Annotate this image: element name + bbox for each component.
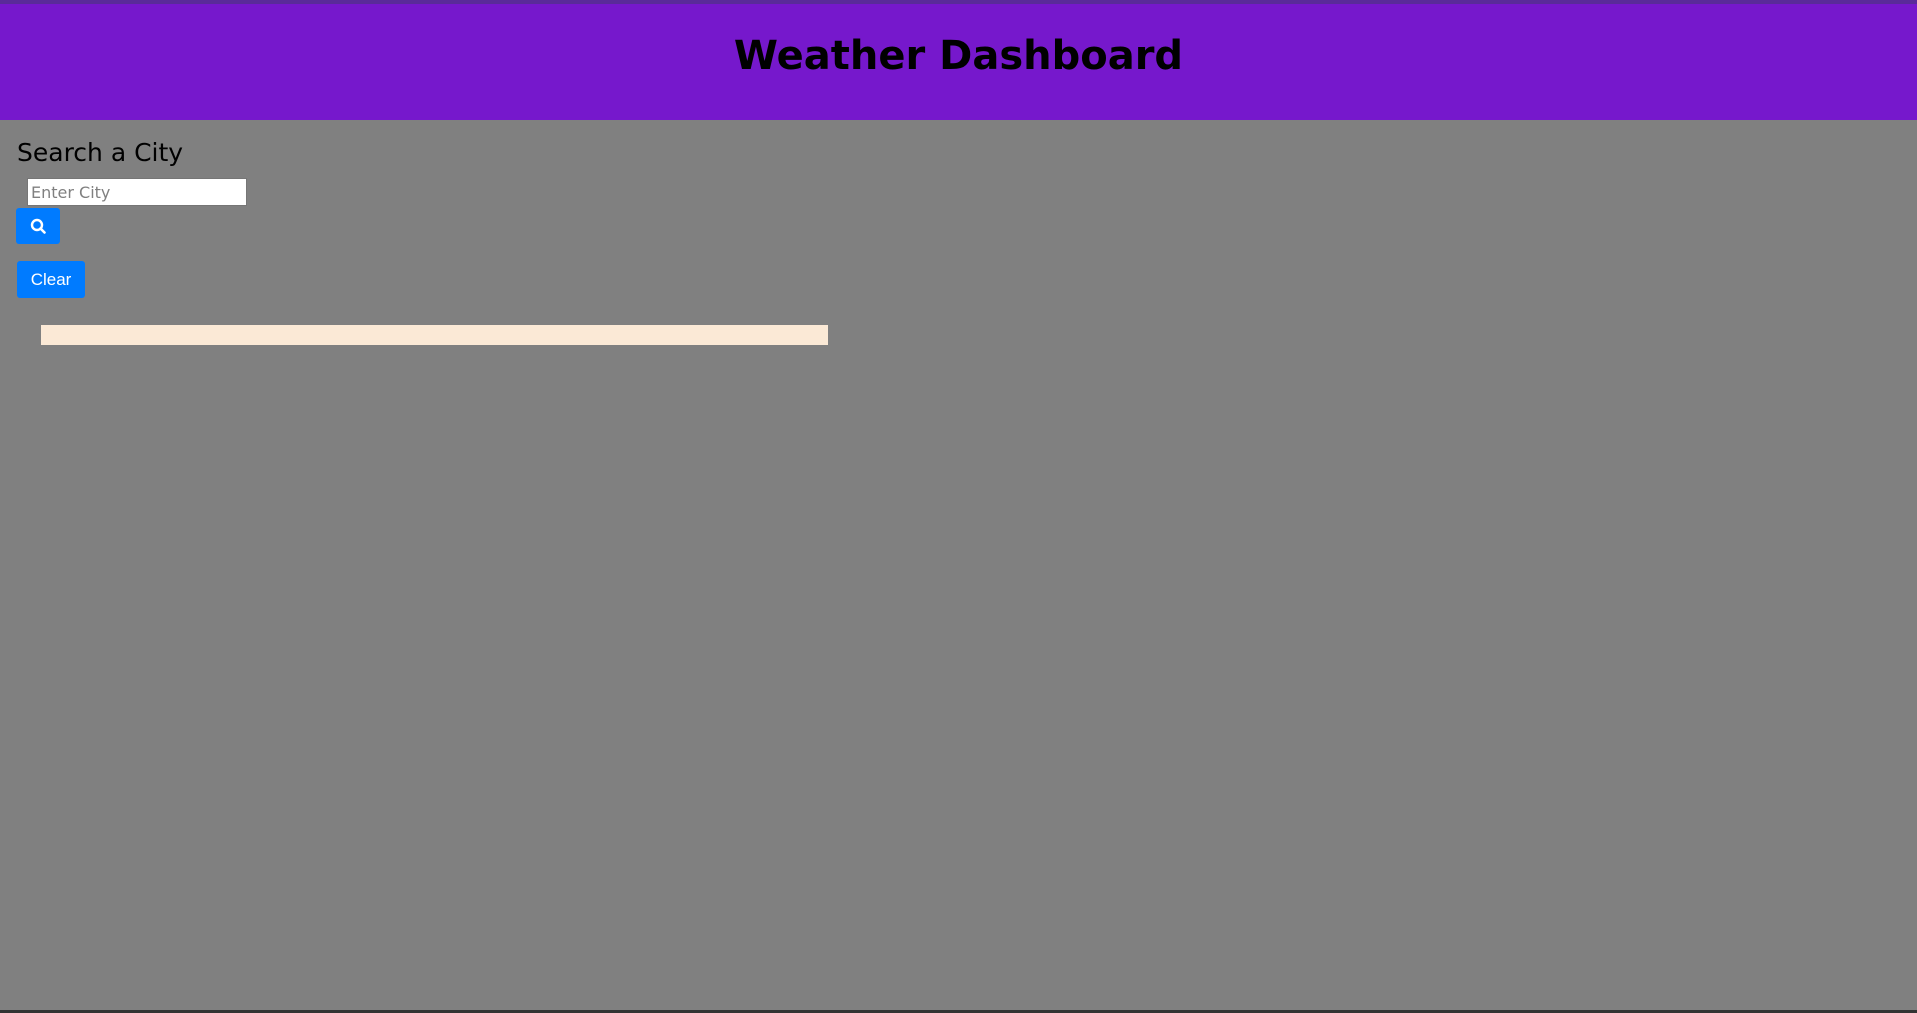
page-title: Weather Dashboard bbox=[733, 33, 1184, 79]
search-button[interactable] bbox=[16, 208, 60, 244]
city-search-input[interactable] bbox=[27, 178, 247, 206]
search-heading: Search a City bbox=[17, 138, 184, 167]
page-header: Weather Dashboard bbox=[0, 4, 1917, 120]
clear-button[interactable]: Clear bbox=[17, 261, 85, 298]
search-icon bbox=[30, 218, 46, 234]
search-history-list bbox=[41, 325, 828, 345]
